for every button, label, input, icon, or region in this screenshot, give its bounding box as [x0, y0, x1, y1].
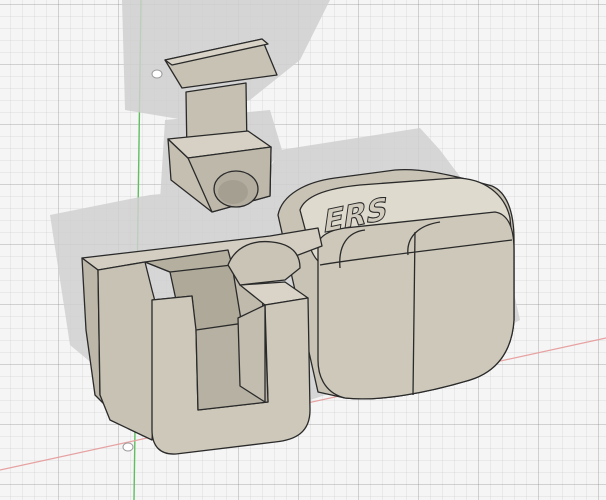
origin-marker-top — [151, 69, 163, 79]
canvas-viewport[interactable]: ERS — [0, 0, 606, 500]
base-front-left — [97, 261, 161, 441]
3d-scene[interactable]: ERS — [0, 0, 606, 500]
origin-marker — [122, 442, 134, 452]
bracket-hole-inner — [218, 180, 248, 204]
u-inner-right — [237, 304, 266, 403]
u-base-part[interactable] — [81, 227, 323, 455]
rounded-housing[interactable]: ERS — [277, 168, 515, 400]
housing-front — [317, 211, 515, 400]
